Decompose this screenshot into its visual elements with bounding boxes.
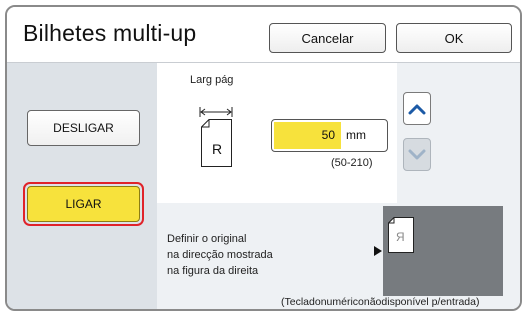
decrease-button[interactable] (403, 138, 431, 171)
dialog-title: Bilhetes multi-up (23, 20, 197, 46)
instruction-line-3: na figura da direita (167, 265, 259, 277)
page-width-value: 50 (321, 128, 335, 142)
page-width-panel: Larg pág R 50 mm (50-210) (157, 63, 397, 203)
on-button[interactable]: LIGAR (27, 186, 140, 222)
play-icon (374, 246, 382, 256)
page-width-label: Larg pág (190, 74, 234, 86)
dialog-header: Bilhetes multi-up Cancelar OK (7, 7, 520, 63)
increase-button[interactable] (403, 92, 431, 125)
mode-panel: DESLIGAR LIGAR (7, 63, 157, 309)
settings-panel: Larg pág R 50 mm (50-210) Definir o orig… (157, 63, 520, 309)
chevron-down-icon (408, 149, 426, 159)
dialog-window: Bilhetes multi-up Cancelar OK DESLIGAR L… (5, 5, 522, 311)
instruction-line-2: na direcção mostrada (167, 249, 273, 261)
page-width-range: (50-210) (331, 157, 373, 169)
off-button[interactable]: DESLIGAR (27, 110, 140, 146)
width-arrow-icon (199, 107, 233, 117)
instruction-text: Definir o original na direcção mostrada … (167, 231, 317, 279)
instruction-line-1: Definir o original (167, 233, 247, 245)
cancel-button[interactable]: Cancelar (269, 23, 386, 53)
page-width-unit: mm (346, 128, 366, 142)
original-preview-letter: R (396, 230, 405, 244)
keypad-note: (Tecladonumériconãodisponível p/entrada) (281, 296, 480, 308)
chevron-up-icon (408, 104, 426, 114)
page-width-input[interactable]: 50 mm (271, 119, 388, 152)
original-orientation-preview: R (383, 206, 503, 296)
ok-button[interactable]: OK (396, 23, 512, 53)
page-preview-letter: R (212, 141, 223, 157)
